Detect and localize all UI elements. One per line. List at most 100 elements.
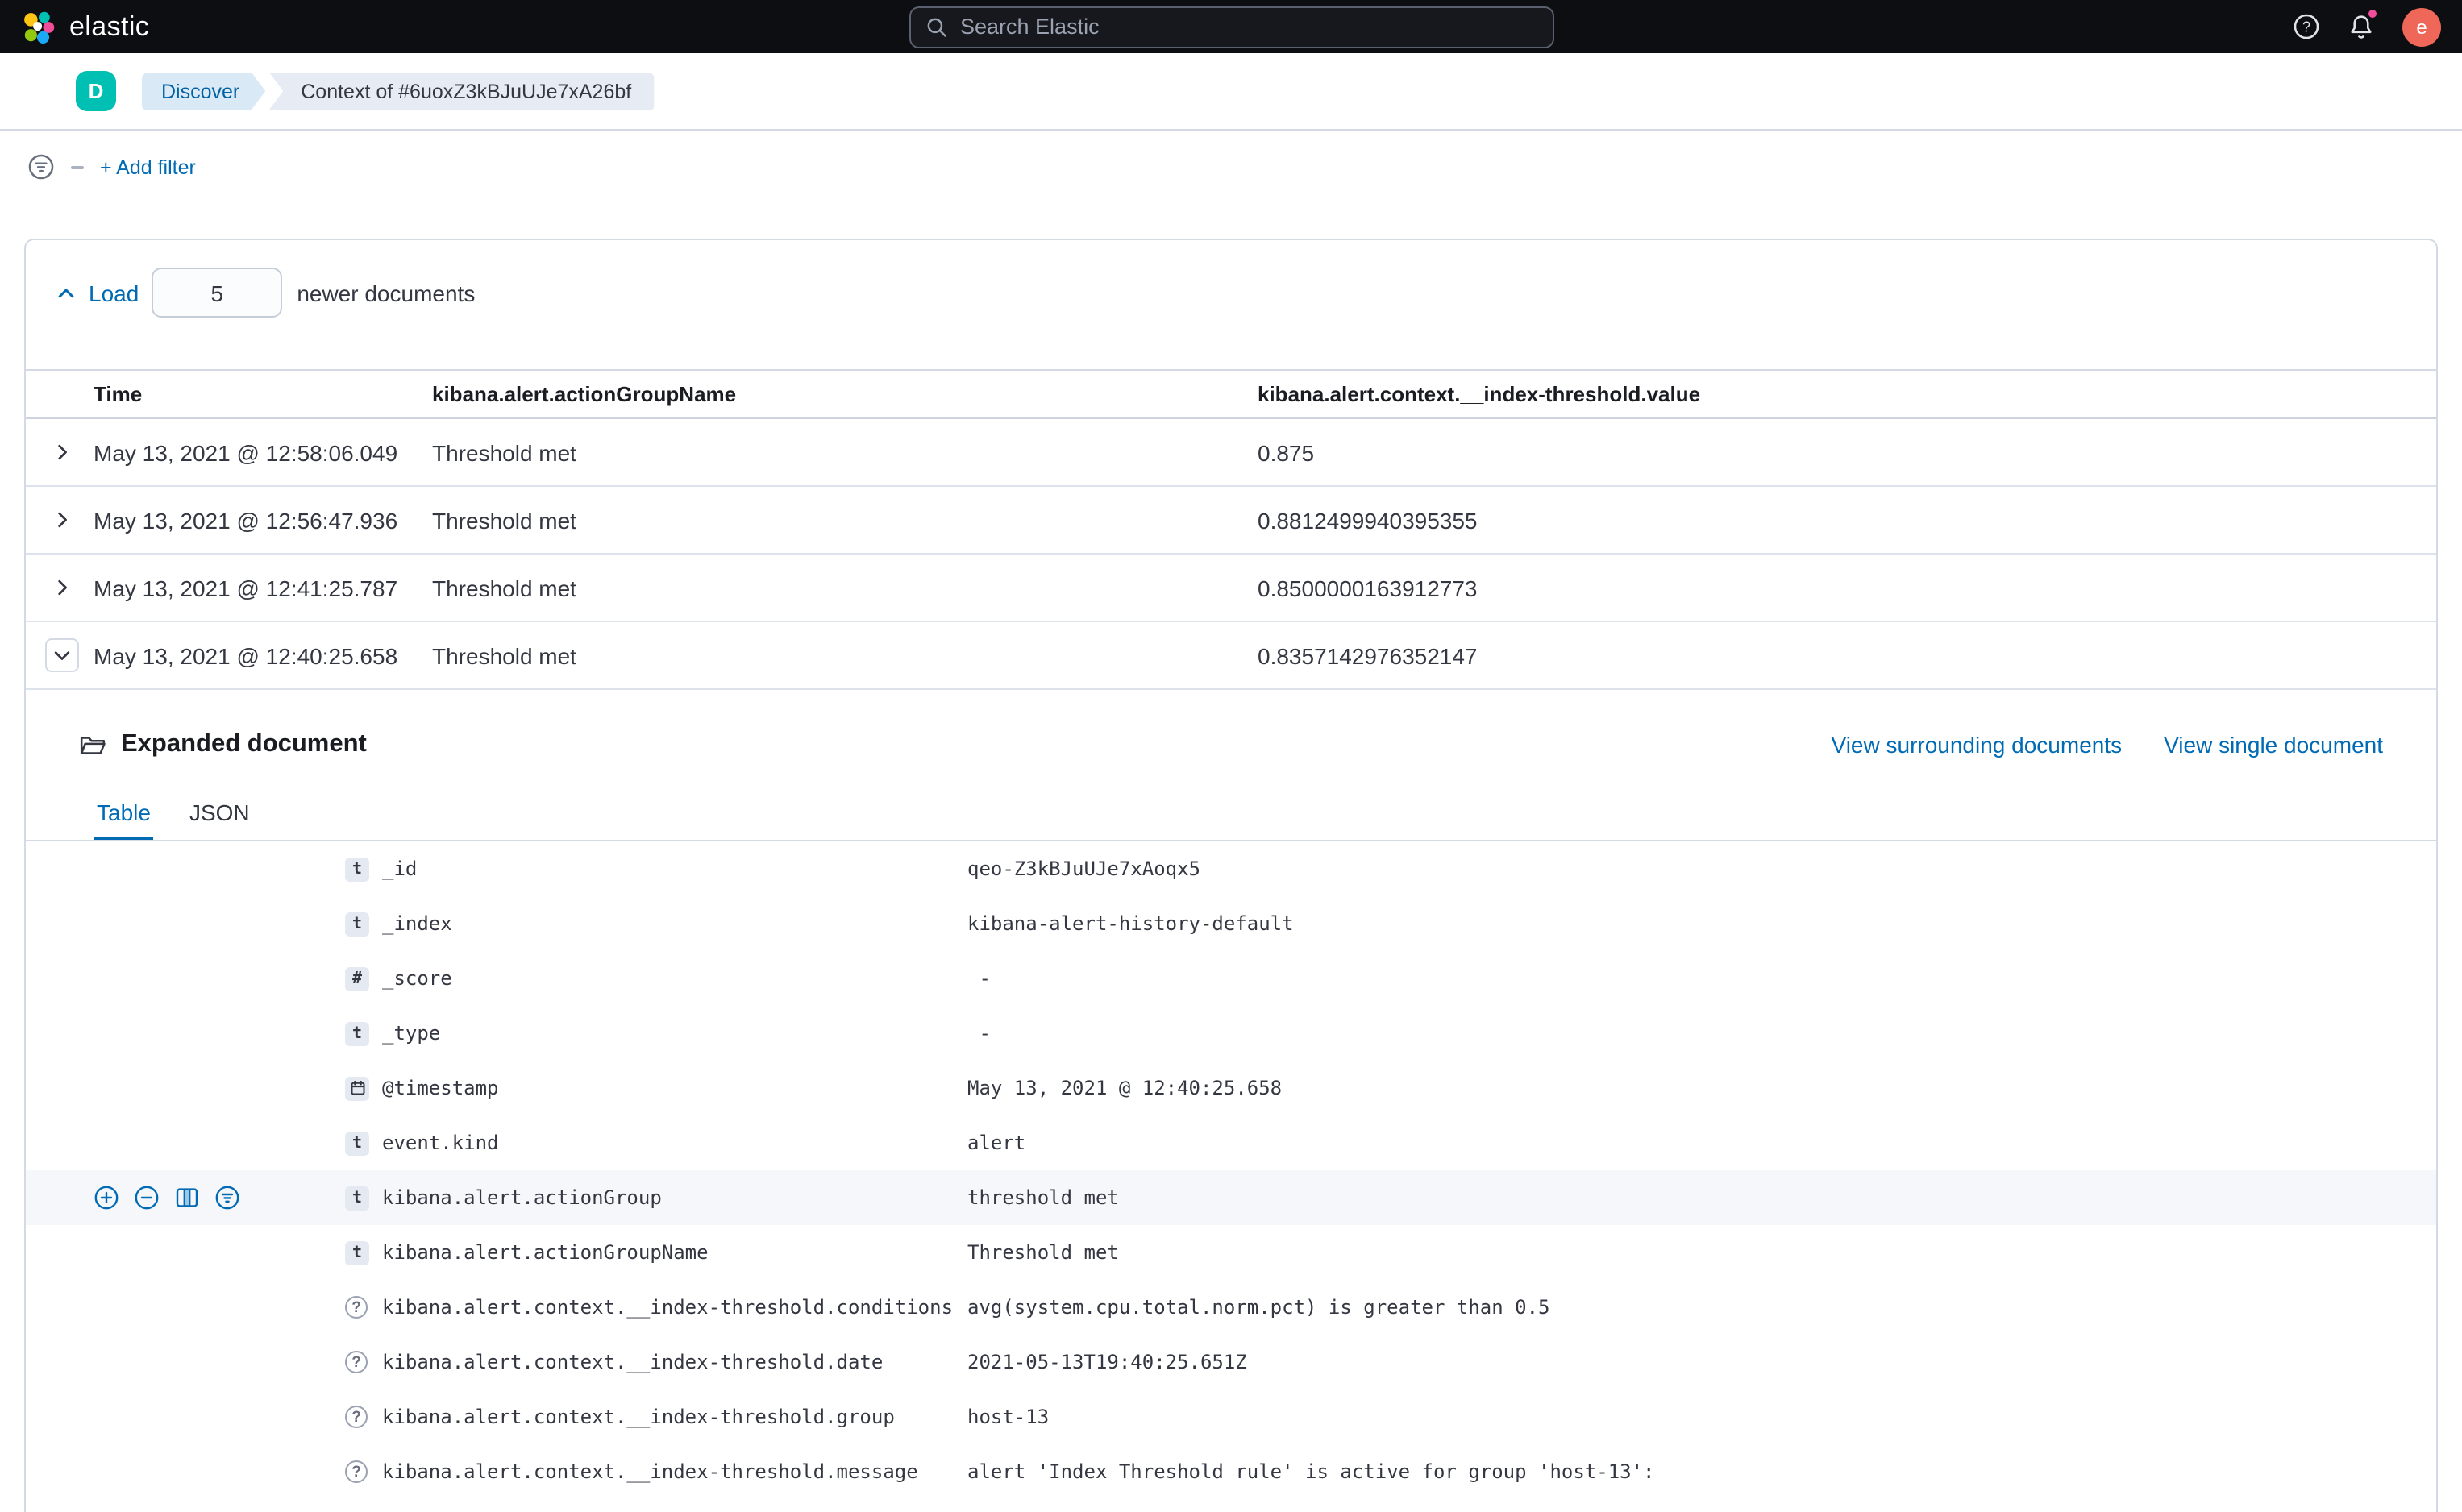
filter-toggle-button[interactable] xyxy=(27,153,55,181)
header-actions: ? e xyxy=(2293,7,2441,46)
collapse-row-button[interactable] xyxy=(45,638,79,672)
toggle-column-button[interactable] xyxy=(174,1185,200,1211)
field-name: kibana.alert.actionGroupName xyxy=(382,1241,709,1264)
home-button[interactable]: elastic xyxy=(21,9,149,44)
filter-for-value-button[interactable] xyxy=(94,1185,119,1211)
field-name: event.kind xyxy=(382,1132,499,1154)
global-search[interactable] xyxy=(909,6,1553,48)
context-panel: Load newer documents Time kibana.alert.a… xyxy=(24,239,2438,1512)
field-value: alert 'Index Threshold rule' is active f… xyxy=(967,1460,1655,1483)
field-value: threshold met xyxy=(967,1186,1119,1209)
cell-action-group: Threshold met xyxy=(432,642,576,668)
table-row-expanded: May 13, 2021 @ 12:40:25.658 Threshold me… xyxy=(26,622,2436,690)
breadcrumb: Discover Context of #6uoxZ3kBJuUJe7xA26b… xyxy=(142,72,655,110)
doc-viewer-table: t _id qeo-Z3kBJuUJe7xAoqx5 t _index kiba… xyxy=(26,841,2436,1499)
breadcrumb-discover[interactable]: Discover xyxy=(142,72,265,110)
view-surrounding-documents-link[interactable]: View surrounding documents xyxy=(1832,732,2123,758)
field-row: t _id qeo-Z3kBJuUJe7xAoqx5 xyxy=(26,841,2436,896)
add-filter-button[interactable]: + Add filter xyxy=(100,156,196,178)
column-header-action-group: kibana.alert.actionGroupName xyxy=(432,382,737,406)
column-header-value: kibana.alert.context.__index-threshold.v… xyxy=(1258,382,1701,406)
chevron-right-icon xyxy=(52,442,73,463)
filter-field-present-button[interactable] xyxy=(214,1185,240,1211)
global-header: elastic ? xyxy=(0,0,2462,53)
unknown-field-icon: ? xyxy=(345,1460,368,1483)
field-value: 2021-05-13T19:40:25.651Z xyxy=(967,1351,1247,1373)
text-field-icon: t xyxy=(345,857,369,881)
field-row: t event.kind alert xyxy=(26,1115,2436,1170)
expanded-document-header: Expanded document View surrounding docum… xyxy=(26,722,2436,767)
tab-table[interactable]: Table xyxy=(94,796,154,840)
chevron-right-icon xyxy=(52,577,73,598)
tab-json[interactable]: JSON xyxy=(186,796,253,840)
text-field-icon: t xyxy=(345,1131,369,1155)
field-value: - xyxy=(967,1022,1003,1045)
table-column-icon xyxy=(174,1185,200,1211)
field-row: t kibana.alert.actionGroupName Threshold… xyxy=(26,1225,2436,1280)
plus-circle-icon xyxy=(94,1185,119,1211)
unknown-field-icon: ? xyxy=(345,1351,368,1373)
field-value: Threshold met xyxy=(967,1241,1119,1264)
elastic-logo-icon xyxy=(21,9,56,44)
table-header-row: Time kibana.alert.actionGroupName kibana… xyxy=(26,369,2436,419)
expand-row-button[interactable] xyxy=(45,503,79,537)
expand-row-button[interactable] xyxy=(45,435,79,469)
cell-action-group: Threshold met xyxy=(432,439,576,465)
notification-dot xyxy=(2367,8,2378,19)
cell-value: 0.8357142976352147 xyxy=(1258,642,1478,668)
field-value: qeo-Z3kBJuUJe7xAoqx5 xyxy=(967,858,1200,880)
doc-viewer-tabs: Table JSON xyxy=(26,796,2436,841)
field-name: kibana.alert.context.__index-threshold.m… xyxy=(382,1460,918,1483)
chevron-up-icon xyxy=(55,281,77,304)
field-row: ? kibana.alert.context.__index-threshold… xyxy=(26,1444,2436,1499)
load-count-input[interactable] xyxy=(152,268,283,318)
expand-row-button[interactable] xyxy=(45,571,79,604)
column-header-time: Time xyxy=(94,382,143,406)
load-newer-row: Load newer documents xyxy=(26,240,2436,318)
field-name: _type xyxy=(382,1022,441,1045)
logo-wordmark: elastic xyxy=(69,10,150,41)
cell-time: May 13, 2021 @ 12:41:25.787 xyxy=(94,575,398,600)
cell-value: 0.8500000163912773 xyxy=(1258,575,1478,600)
field-name: _score xyxy=(382,967,452,990)
field-row: # _score - xyxy=(26,951,2436,1006)
user-avatar[interactable]: e xyxy=(2402,7,2441,46)
minus-circle-icon xyxy=(134,1185,160,1211)
field-name: kibana.alert.actionGroup xyxy=(382,1186,662,1209)
field-value: host-13 xyxy=(967,1406,1050,1428)
filter-circle-icon xyxy=(214,1185,240,1211)
space-avatar[interactable]: D xyxy=(76,71,116,111)
field-name: kibana.alert.context.__index-threshold.g… xyxy=(382,1406,895,1428)
global-search-input[interactable] xyxy=(960,15,1537,39)
filter-bar: + Add filter xyxy=(0,131,2462,200)
folder-open-icon xyxy=(79,731,106,758)
load-newer-button[interactable]: Load xyxy=(55,280,139,305)
field-name: _index xyxy=(382,912,452,935)
field-row: ? kibana.alert.context.__index-threshold… xyxy=(26,1335,2436,1389)
chevron-down-icon xyxy=(52,645,73,666)
notifications-button[interactable] xyxy=(2348,8,2378,40)
field-row: ? kibana.alert.context.__index-threshold… xyxy=(26,1389,2436,1444)
number-field-icon: # xyxy=(345,966,369,991)
field-value: alert xyxy=(967,1132,1026,1154)
text-field-icon: t xyxy=(345,1240,369,1265)
field-value: May 13, 2021 @ 12:40:25.658 xyxy=(967,1077,1283,1099)
load-label: Load xyxy=(89,280,139,305)
unknown-field-icon: ? xyxy=(345,1406,368,1428)
table-row: May 13, 2021 @ 12:58:06.049 Threshold me… xyxy=(26,419,2436,487)
cell-time: May 13, 2021 @ 12:56:47.936 xyxy=(94,507,398,533)
text-field-icon: t xyxy=(345,912,369,936)
view-single-document-link[interactable]: View single document xyxy=(2164,732,2383,758)
field-row: t _type - xyxy=(26,1006,2436,1061)
field-row-hovered: t kibana.alert.actionGroup threshold met xyxy=(26,1170,2436,1225)
svg-text:?: ? xyxy=(2302,19,2310,35)
menu-button[interactable] xyxy=(23,80,53,102)
field-row: t _index kibana-alert-history-default xyxy=(26,896,2436,951)
cell-value: 0.8812499940395355 xyxy=(1258,507,1478,533)
field-row: ? kibana.alert.context.__index-threshold… xyxy=(26,1280,2436,1335)
field-name: kibana.alert.context.__index-threshold.d… xyxy=(382,1351,884,1373)
cell-time: May 13, 2021 @ 12:58:06.049 xyxy=(94,439,398,465)
filter-out-value-button[interactable] xyxy=(134,1185,160,1211)
text-field-icon: t xyxy=(345,1021,369,1045)
help-button[interactable]: ? xyxy=(2293,13,2320,40)
